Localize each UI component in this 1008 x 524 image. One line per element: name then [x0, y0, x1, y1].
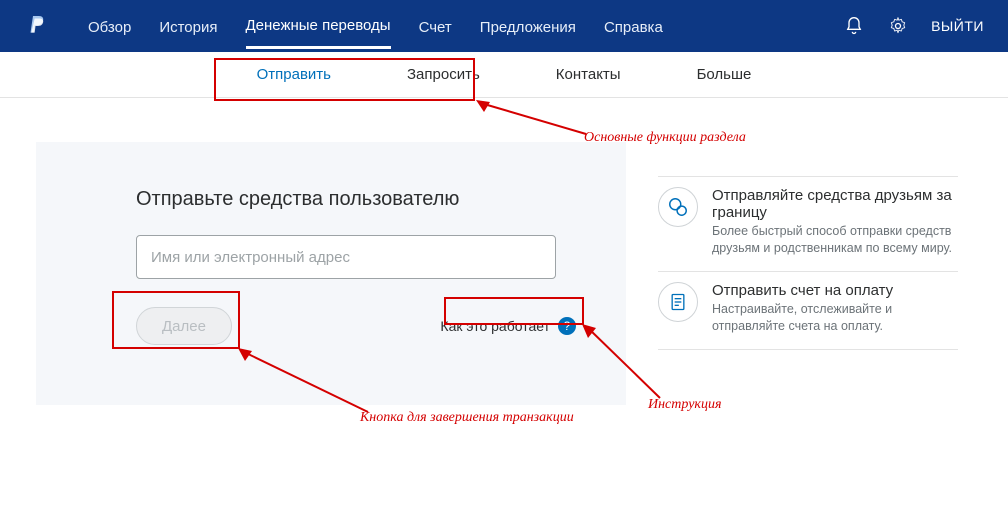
nav-account[interactable]: Счет — [419, 5, 452, 48]
info-card-invoice[interactable]: Отправить счет на оплату Настраивайте, о… — [658, 271, 958, 350]
nav-history[interactable]: История — [159, 5, 217, 48]
recipient-input[interactable] — [136, 235, 556, 279]
nav-transfers[interactable]: Денежные переводы — [246, 3, 391, 49]
primary-nav: Обзор История Денежные переводы Счет Пре… — [88, 3, 663, 49]
topbar: Обзор История Денежные переводы Счет Пре… — [0, 0, 1008, 52]
logout-link[interactable]: ВЫЙТИ — [931, 18, 984, 34]
globe-send-icon — [658, 187, 698, 227]
tab-contacts[interactable]: Контакты — [556, 56, 621, 93]
next-button[interactable]: Далее — [136, 307, 232, 345]
nav-overview[interactable]: Обзор — [88, 5, 131, 48]
nav-offers[interactable]: Предложения — [480, 5, 576, 48]
content: Отправьте средства пользователю Далее Ка… — [0, 98, 1008, 405]
send-panel: Отправьте средства пользователю Далее Ка… — [36, 142, 626, 405]
nav-help[interactable]: Справка — [604, 5, 663, 48]
gear-icon[interactable] — [887, 15, 909, 37]
annot-label-finish: Кнопка для завершения транзакции — [360, 410, 574, 426]
tab-request[interactable]: Запросить — [407, 56, 480, 93]
bell-icon[interactable] — [843, 15, 865, 37]
subtabs: Отправить Запросить Контакты Больше — [0, 52, 1008, 98]
invoice-icon — [658, 282, 698, 322]
info-abroad-title: Отправляйте средства друзьям за границу — [712, 187, 958, 221]
info-abroad-body: Более быстрый способ отправки средств др… — [712, 223, 958, 257]
info-panel: Отправляйте средства друзьям за границу … — [658, 142, 958, 405]
how-it-works-link[interactable]: Как это работает ? — [440, 317, 576, 335]
panel-title: Отправьте средства пользователю — [136, 188, 566, 211]
info-card-abroad[interactable]: Отправляйте средства друзьям за границу … — [658, 176, 958, 271]
tab-more[interactable]: Больше — [697, 56, 752, 93]
tab-send[interactable]: Отправить — [257, 56, 331, 93]
info-invoice-body: Настраивайте, отслеживайте и отправляйте… — [712, 301, 958, 335]
paypal-logo[interactable] — [28, 14, 52, 38]
topbar-right: ВЫЙТИ — [843, 15, 984, 37]
how-it-works-label: Как это работает — [440, 318, 550, 334]
question-icon: ? — [558, 317, 576, 335]
info-invoice-title: Отправить счет на оплату — [712, 282, 958, 299]
